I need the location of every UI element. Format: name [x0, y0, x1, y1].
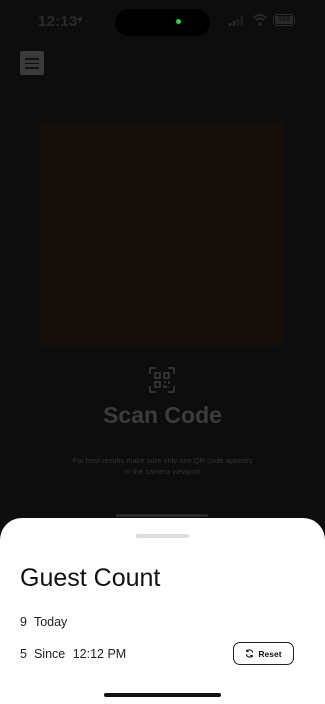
today-count-row: 9 Today	[20, 615, 67, 629]
since-label: Since	[33, 647, 66, 661]
guest-count-sheet: Guest Count 9 Today 5 Since 12:12 PM Reset	[0, 518, 325, 704]
camera-viewport	[40, 122, 283, 346]
camera-indicator-icon	[176, 19, 181, 24]
since-count: 5	[20, 647, 27, 661]
dynamic-island	[115, 9, 210, 36]
cellular-signal-icon	[229, 16, 243, 26]
since-time: 12:12 PM	[72, 647, 127, 661]
refresh-icon	[246, 649, 254, 658]
sheet-grabber[interactable]	[136, 534, 189, 538]
since-count-row: 5 Since 12:12 PM	[20, 647, 126, 661]
battery-level: 100	[275, 16, 293, 24]
today-count: 9	[20, 615, 27, 629]
qr-code-icon	[149, 367, 175, 393]
status-bar: 12:13 100	[0, 0, 325, 44]
wifi-icon	[252, 14, 268, 26]
location-arrow-icon	[75, 16, 83, 24]
status-time: 12:13	[38, 13, 78, 30]
background-handle	[116, 514, 208, 517]
reset-label: Reset	[258, 648, 282, 659]
scan-hint: For best results make sure only one QR c…	[72, 456, 253, 476]
sheet-title: Guest Count	[20, 564, 161, 592]
scan-title: Scan Code	[103, 402, 222, 428]
home-indicator[interactable]	[104, 693, 221, 697]
hamburger-menu-icon[interactable]	[20, 51, 44, 75]
battery-icon: 100	[273, 14, 295, 26]
reset-button[interactable]: Reset	[233, 642, 294, 665]
today-label: Today	[33, 615, 68, 629]
